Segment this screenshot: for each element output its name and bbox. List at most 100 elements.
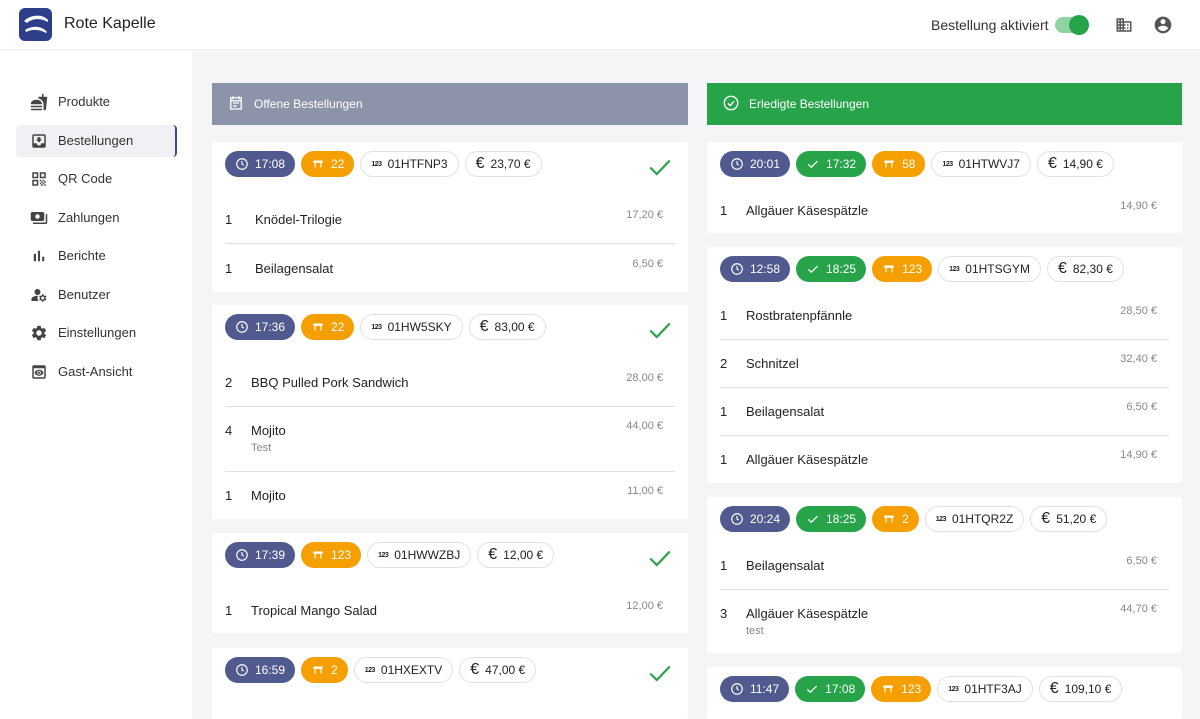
text-value: 12:58 (750, 262, 781, 276)
divider (225, 471, 675, 472)
item-qty: 1 (225, 488, 233, 503)
building-icon[interactable] (1115, 16, 1133, 39)
text-value: 23,70 € (490, 157, 531, 171)
order-total-chip: €82,30 € (1046, 256, 1124, 282)
divider (225, 243, 675, 244)
numbers-icon: 123 (949, 265, 960, 273)
numbers-icon: 123 (378, 551, 389, 559)
sidebar-item-label: Gast-Ansicht (58, 364, 133, 379)
item-name: Allgäuer Käsespätzle (746, 606, 869, 621)
table-icon (884, 160, 894, 168)
open-orders-header: Offene Bestellungen (212, 83, 688, 125)
calendar-icon (230, 96, 242, 110)
sidebar-item-qr-code[interactable]: QR Code (16, 163, 177, 195)
text-value: 16:59 (255, 663, 286, 677)
item-name: Mojito (251, 423, 286, 438)
order-id-chip: 123 01HTQR2Z (924, 506, 1025, 532)
order-card: 16:59 2 123 01HXEXTV €47,00 € (212, 648, 688, 719)
table-icon (884, 265, 894, 273)
clock-icon (731, 513, 743, 525)
table-icon (313, 323, 323, 331)
check-icon (807, 515, 819, 524)
table-icon (313, 160, 323, 168)
order-done-time-chip: 18:25 (796, 506, 867, 532)
item-note: test (746, 625, 764, 637)
text-value: 2 (331, 663, 338, 677)
item-qty: 2 (225, 375, 233, 390)
open-orders-title: Offene Bestellungen (254, 97, 363, 111)
sidebar-item-gast-ansicht[interactable]: Gast-Ansicht (16, 356, 177, 388)
order-card: 17:39 123 123 01HWWZBJ €12,00 € 1 Tropica… (212, 533, 688, 633)
item-note: Test (251, 442, 272, 454)
sidebar-item-label: Bestellungen (58, 133, 134, 148)
order-table-chip: 123 (871, 676, 932, 702)
item-name: Rostbratenpfännle (746, 308, 853, 323)
order-toggle[interactable] (1055, 15, 1089, 35)
account-icon[interactable] (1153, 15, 1173, 40)
sidebar-item-bestellungen[interactable]: Bestellungen (16, 125, 177, 157)
sidebar-item-einstellungen[interactable]: Einstellungen (16, 317, 177, 349)
clock-icon (236, 664, 248, 676)
divider (720, 435, 1169, 436)
order-id-chip: 123 01HTF3AJ (937, 676, 1033, 702)
order-total-chip: €14,90 € (1036, 151, 1114, 177)
sidebar-item-benutzer[interactable]: Benutzer (16, 279, 177, 311)
mark-done-icon[interactable] (647, 660, 673, 686)
item-qty: 1 (720, 404, 728, 419)
item-qty: 1 (720, 558, 728, 573)
table-icon (884, 515, 894, 523)
order-id-chip: 123 01HTFNP3 (360, 151, 459, 177)
order-done-time-chip: 18:25 (796, 256, 867, 282)
check-icon (807, 265, 819, 274)
item-name: Mojito (251, 488, 286, 503)
text-value: 83,00 € (494, 320, 535, 334)
item-qty: 3 (720, 606, 728, 621)
item-name: Knödel-Trilogie (255, 212, 342, 227)
item-price: 44,00 € (626, 420, 663, 432)
mark-done-icon[interactable] (647, 154, 673, 180)
text-value: 20:24 (750, 512, 781, 526)
app-logo[interactable] (19, 8, 52, 41)
check-icon (807, 685, 818, 694)
text-value: 17:08 (825, 682, 856, 696)
order-table-chip: 2 (872, 506, 919, 532)
order-total-chip: €47,00 € (459, 657, 537, 683)
orders-icon (32, 134, 46, 148)
order-id-chip: 123 01HXEXTV (353, 657, 454, 683)
item-price: 14,90 € (1120, 200, 1157, 212)
app-title: Rote Kapelle (64, 15, 156, 32)
text-value: 109,10 € (1064, 682, 1112, 696)
order-table-chip: 58 (872, 151, 926, 177)
sidebar-item-berichte[interactable]: Berichte (16, 240, 177, 272)
text-value: 11:47 (750, 682, 780, 696)
toggle-knob (1069, 15, 1089, 35)
text-value: 17:39 (255, 548, 286, 562)
item-price: 14,90 € (1120, 449, 1157, 461)
mark-done-icon[interactable] (647, 545, 673, 571)
order-time-chip: 20:01 (720, 151, 791, 177)
item-name: Allgäuer Käsespätzle (746, 452, 869, 467)
sidebar-item-zahlungen[interactable]: Zahlungen (16, 202, 177, 234)
top-bar: Rote Kapelle Bestellung aktiviert (0, 0, 1200, 50)
text-value: 2 (902, 512, 909, 526)
item-price: 28,50 € (1120, 305, 1157, 317)
order-time-chip: 16:59 (225, 657, 296, 683)
text-value: 18:25 (826, 262, 857, 276)
sidebar-item-label: Einstellungen (58, 325, 137, 340)
sidebar-item-produkte[interactable]: Produkte (16, 86, 177, 118)
sidebar-item-label: Berichte (58, 248, 106, 263)
check-icon (807, 160, 819, 169)
order-table-chip: 2 (301, 657, 348, 683)
item-qty: 1 (225, 212, 233, 227)
done-orders-header: Erledigte Bestellungen (707, 83, 1182, 125)
mark-done-icon[interactable] (647, 317, 673, 343)
order-time-chip: 17:36 (225, 314, 296, 340)
euro-icon: € (475, 155, 485, 172)
text-value: 01HTWVJ7 (958, 157, 1020, 171)
euro-icon: € (488, 546, 498, 563)
guest-view-icon (32, 365, 46, 379)
item-qty: 1 (720, 203, 728, 218)
order-table-chip: 22 (301, 314, 355, 340)
order-id-chip: 123 01HTWVJ7 (931, 151, 1031, 177)
item-price: 12,00 € (626, 600, 663, 612)
